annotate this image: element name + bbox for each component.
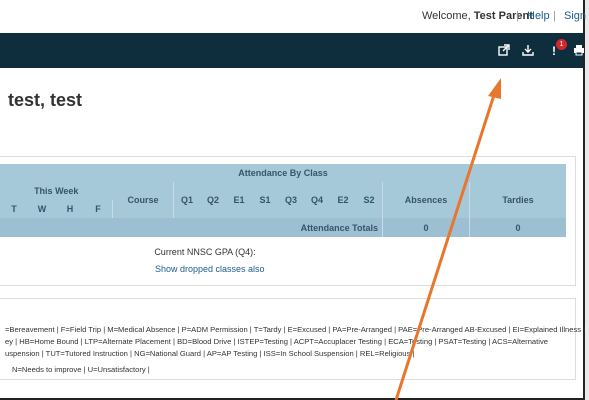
annotation-arrow <box>394 78 501 400</box>
arrow-head <box>488 78 501 99</box>
arrow-shaft <box>394 94 496 400</box>
